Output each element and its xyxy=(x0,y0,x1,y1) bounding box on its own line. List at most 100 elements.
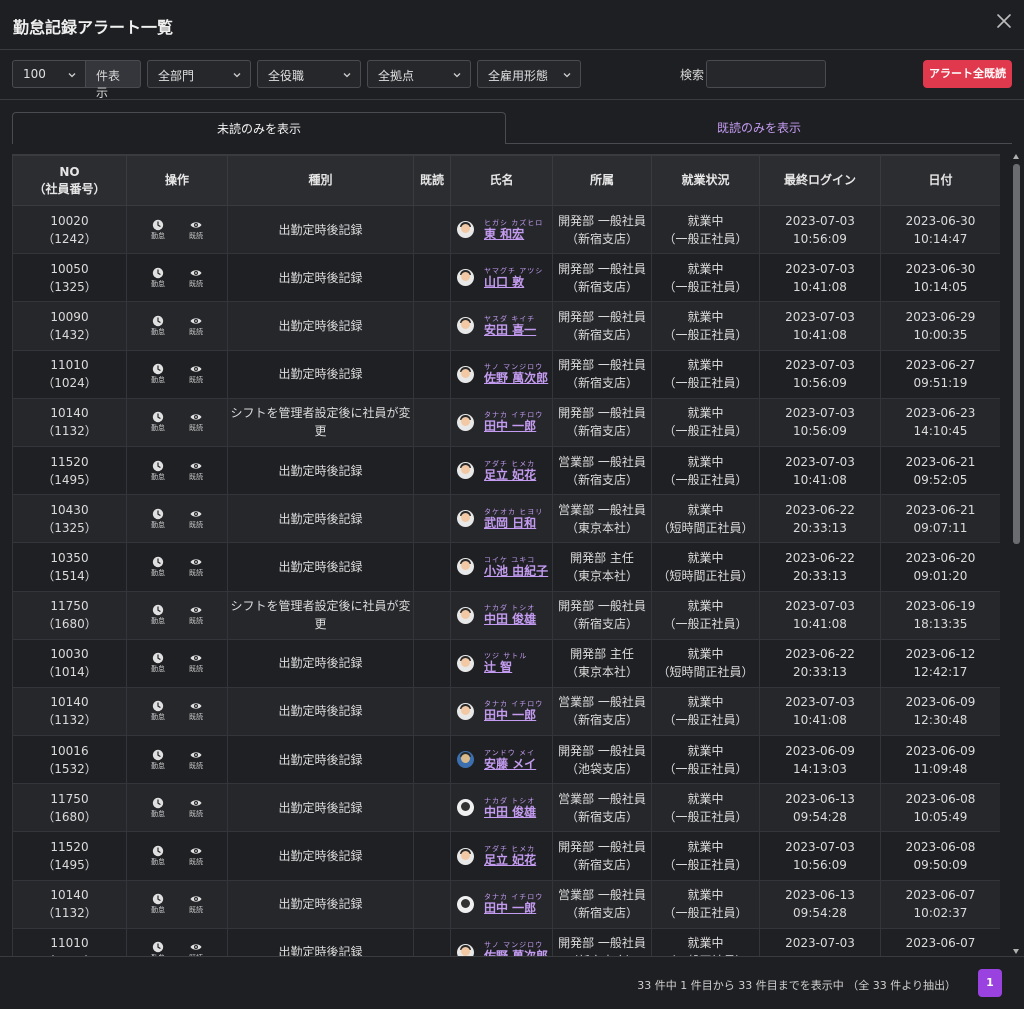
employee-name-link[interactable]: 田中 一郎 xyxy=(484,708,536,722)
cell-no: 11750 （1680） xyxy=(12,783,127,833)
header-type[interactable]: 種別 xyxy=(227,155,414,206)
employment-type-select[interactable]: 全雇用形態 xyxy=(477,60,581,88)
mark-read-button[interactable]: 既読 xyxy=(189,508,203,530)
scrollbar-thumb[interactable] xyxy=(1013,164,1020,544)
employee-name-link[interactable]: 安藤 メイ xyxy=(484,757,536,771)
header-last-login[interactable]: 最終ログイン xyxy=(759,155,881,206)
employee-code: （1132） xyxy=(42,906,97,921)
attendance-button[interactable]: 勤怠 xyxy=(151,893,165,915)
scroll-down-arrow-icon[interactable] xyxy=(1013,949,1019,954)
mark-read-button[interactable]: 既読 xyxy=(189,652,203,674)
tab-read[interactable]: 既読のみを表示 xyxy=(506,112,1012,144)
tab-unread[interactable]: 未読のみを表示 xyxy=(12,112,506,144)
employee-name-link[interactable]: 足立 妃花 xyxy=(484,468,536,482)
mark-all-read-button[interactable]: アラート全既読 xyxy=(923,60,1012,88)
mark-read-label: 既読 xyxy=(189,424,203,433)
scroll-up-arrow-icon[interactable] xyxy=(1013,154,1019,159)
eye-icon xyxy=(190,800,202,806)
attendance-button[interactable]: 勤怠 xyxy=(151,652,165,674)
cell-name: ナカダ トシオ 中田 俊雄 xyxy=(450,783,553,833)
mark-read-button[interactable]: 既読 xyxy=(189,845,203,867)
attendance-button[interactable]: 勤怠 xyxy=(151,363,165,385)
mark-read-button[interactable]: 既読 xyxy=(189,219,203,241)
table-row: 11750 （1680） 勤怠 既読 シフトを管理者設定後に社員が変更 ナカダ トシオ 中田… xyxy=(12,590,1000,640)
position-select[interactable]: 全役職 xyxy=(257,60,361,88)
department-select[interactable]: 全部門 xyxy=(147,60,251,88)
attendance-button[interactable]: 勤怠 xyxy=(151,460,165,482)
cell-last-login: 2023-07-03 10:41:08 xyxy=(759,445,881,496)
cell-name: ヤスダ キイチ 安田 喜一 xyxy=(450,301,553,351)
dept-role: 開発部 一般社員 xyxy=(558,309,646,324)
employee-name-link[interactable]: 辻 智 xyxy=(484,660,512,674)
mark-read-button[interactable]: 既読 xyxy=(189,363,203,385)
employee-name-link[interactable]: 中田 俊雄 xyxy=(484,805,536,819)
cell-status: 就業中 （一般正社員） xyxy=(651,831,760,881)
mark-read-button[interactable]: 既読 xyxy=(189,749,203,771)
cell-last-login: 2023-06-09 14:13:03 xyxy=(759,735,881,785)
attendance-button[interactable]: 勤怠 xyxy=(151,508,165,530)
avatar xyxy=(457,365,474,383)
table-body: 10020 （1242） 勤怠 既読 出勤定時後記録 ヒガシ カズヒロ東 和宏 開発部 一般… xyxy=(12,204,1000,956)
employee-name-link[interactable]: 田中 一郎 xyxy=(484,901,536,915)
mark-read-button[interactable]: 既読 xyxy=(189,460,203,482)
attendance-button[interactable]: 勤怠 xyxy=(151,749,165,771)
header-ops: 操作 xyxy=(126,155,228,206)
pagination-page-button[interactable]: 1 xyxy=(978,969,1002,997)
header-no[interactable]: NO （社員番号） xyxy=(12,155,127,206)
attendance-button[interactable]: 勤怠 xyxy=(151,411,165,433)
attendance-button[interactable]: 勤怠 xyxy=(151,315,165,337)
cell-name: コイケ ユキコ 小池 由紀子 xyxy=(450,542,553,592)
avatar xyxy=(457,413,474,431)
header-read[interactable]: 既読 xyxy=(413,155,451,206)
employee-name-link[interactable]: 中田 俊雄 xyxy=(484,612,536,626)
employee-name-link[interactable]: 田中 一郎 xyxy=(484,419,536,433)
avatar xyxy=(457,317,474,335)
cell-date: 2023-06-27 09:51:19 xyxy=(880,349,1000,399)
name-kana: サノ マンジロウ xyxy=(484,363,544,372)
mark-read-label: 既読 xyxy=(189,617,203,626)
dept-role: 開発部 一般社員 xyxy=(558,406,646,421)
table-row: 10140 （1132） 勤怠 既読 シフトを管理者設定後に社員が変更 タナカ イチロウ田… xyxy=(12,397,1000,447)
mark-read-label: 既読 xyxy=(189,665,203,674)
employee-name-link[interactable]: 足立 妃花 xyxy=(484,853,536,867)
header-name[interactable]: 氏名 xyxy=(450,155,553,206)
location-select[interactable]: 全拠点 xyxy=(367,60,471,88)
table-row: 10140 （1132） 勤怠 既読 出勤定時後記録 タナカ イチロウ 田中 一郎 営業部 一… xyxy=(12,686,1000,737)
mark-read-button[interactable]: 既読 xyxy=(189,941,203,956)
employee-name-link[interactable]: 武岡 日和 xyxy=(484,516,536,530)
close-icon[interactable] xyxy=(996,13,1012,29)
employee-name-link[interactable]: 安田 喜一 xyxy=(484,323,536,337)
employee-name-link[interactable]: 山口 敦 xyxy=(484,275,524,289)
attendance-button[interactable]: 勤怠 xyxy=(151,797,165,819)
mark-read-button[interactable]: 既読 xyxy=(189,556,203,578)
mark-read-button[interactable]: 既読 xyxy=(189,893,203,915)
cell-name: ナカダ トシオ 中田 俊雄 xyxy=(450,590,553,640)
attendance-button[interactable]: 勤怠 xyxy=(151,700,165,722)
attendance-button[interactable]: 勤怠 xyxy=(151,219,165,241)
attendance-button[interactable]: 勤怠 xyxy=(151,267,165,289)
attendance-button[interactable]: 勤怠 xyxy=(151,941,165,956)
mark-read-button[interactable]: 既読 xyxy=(189,267,203,289)
mark-read-button[interactable]: 既読 xyxy=(189,700,203,722)
mark-read-button[interactable]: 既読 xyxy=(189,315,203,337)
cell-name: アンドウ メイ 安藤 メイ xyxy=(450,735,553,785)
mark-read-button[interactable]: 既読 xyxy=(189,411,203,433)
employee-name-link[interactable]: 小池 由紀子 xyxy=(484,564,548,578)
mark-read-label: 既読 xyxy=(189,713,203,722)
table-scrollbar[interactable] xyxy=(1011,154,1022,956)
name-kana: アンドウ メイ xyxy=(484,748,535,757)
employee-name-link[interactable]: 東 和宏 xyxy=(484,227,524,241)
attendance-button[interactable]: 勤怠 xyxy=(151,604,165,626)
search-input[interactable] xyxy=(706,60,826,88)
header-status[interactable]: 就業状況 xyxy=(651,155,760,206)
per-page-select[interactable]: 100 xyxy=(12,60,86,88)
mark-read-button[interactable]: 既読 xyxy=(189,604,203,626)
cell-last-login: 2023-07-03 10:41:08 xyxy=(759,253,881,303)
employee-name-link[interactable]: 佐野 萬次郎 xyxy=(484,949,548,956)
attendance-button[interactable]: 勤怠 xyxy=(151,845,165,867)
header-dept[interactable]: 所属 xyxy=(552,155,652,206)
attendance-button[interactable]: 勤怠 xyxy=(151,556,165,578)
employee-name-link[interactable]: 佐野 萬次郎 xyxy=(484,371,548,385)
header-date[interactable]: 日付 xyxy=(880,155,1000,206)
mark-read-button[interactable]: 既読 xyxy=(189,797,203,819)
